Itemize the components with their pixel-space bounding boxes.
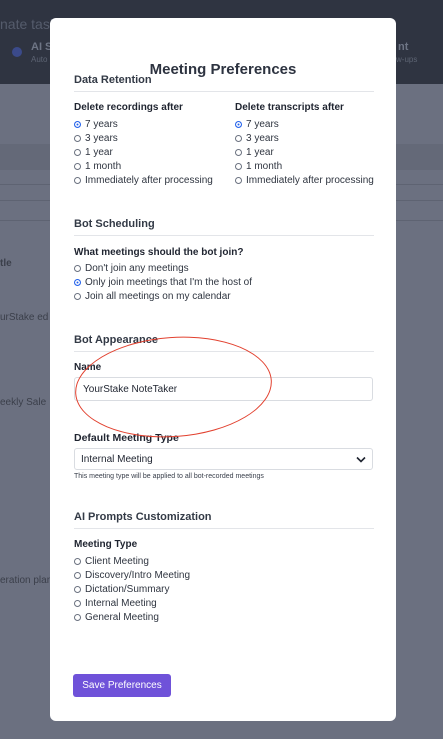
background-ai-sub: Auto	[31, 55, 48, 64]
prompt-option-dictation-summary[interactable]: Dictation/Summary	[74, 584, 169, 595]
transcripts-option-3-years[interactable]: 3 years	[235, 133, 279, 144]
background-row-text: eration plan	[0, 575, 53, 586]
prompt-option-client-meeting[interactable]: Client Meeting	[74, 556, 149, 567]
default-meeting-type-hint: This meeting type will be applied to all…	[74, 473, 264, 480]
section-divider	[74, 528, 374, 529]
bot-scheduling-title: Bot Scheduling	[74, 218, 155, 230]
radio-selected-icon[interactable]	[235, 121, 242, 128]
transcripts-label: Delete transcripts after	[235, 102, 344, 113]
scheduling-option-dont-join[interactable]: Don't join any meetings	[74, 263, 189, 274]
transcripts-option-immediately[interactable]: Immediately after processing	[235, 175, 374, 186]
scheduling-option-host-only[interactable]: Only join meetings that I'm the host of	[74, 277, 252, 288]
radio-icon[interactable]	[235, 149, 242, 156]
radio-icon[interactable]	[74, 293, 81, 300]
prompt-option-discovery-intro[interactable]: Discovery/Intro Meeting	[74, 570, 190, 581]
prompt-option-general-meeting[interactable]: General Meeting	[74, 612, 159, 623]
recordings-option-7-years[interactable]: 7 years	[74, 119, 118, 130]
radio-icon[interactable]	[74, 586, 81, 593]
radio-icon[interactable]	[74, 558, 81, 565]
ai-prompts-title: AI Prompts Customization	[74, 511, 212, 523]
radio-icon[interactable]	[74, 163, 81, 170]
data-retention-title: Data Retention	[74, 74, 152, 86]
transcripts-option-1-month[interactable]: 1 month	[235, 161, 282, 172]
radio-selected-icon[interactable]	[74, 121, 81, 128]
default-meeting-type-value: Internal Meeting	[81, 453, 153, 465]
default-meeting-type-select[interactable]: Internal Meeting	[74, 448, 373, 470]
recordings-label: Delete recordings after	[74, 102, 183, 113]
bot-name-label: Name	[74, 362, 102, 373]
default-meeting-type-label: Default Meeting Type	[74, 432, 179, 444]
section-divider	[74, 351, 374, 352]
radio-icon[interactable]	[235, 163, 242, 170]
bot-appearance-title: Bot Appearance	[74, 334, 158, 346]
background-right-label: nt	[398, 41, 409, 53]
ai-status-icon	[12, 47, 22, 57]
section-divider	[74, 91, 374, 92]
radio-icon[interactable]	[74, 572, 81, 579]
radio-icon[interactable]	[74, 265, 81, 272]
radio-icon[interactable]	[235, 177, 242, 184]
bot-name-input[interactable]	[74, 377, 373, 401]
save-preferences-button[interactable]: Save Preferences	[73, 674, 171, 697]
recordings-option-immediately[interactable]: Immediately after processing	[74, 175, 213, 186]
recordings-option-3-years[interactable]: 3 years	[74, 133, 118, 144]
scheduling-option-all-meetings[interactable]: Join all meetings on my calendar	[74, 291, 231, 302]
bot-scheduling-question: What meetings should the bot join?	[74, 247, 244, 258]
radio-icon[interactable]	[235, 135, 242, 142]
meeting-preferences-modal: Meeting Preferences Data Retention Delet…	[50, 18, 396, 721]
radio-icon[interactable]	[74, 135, 81, 142]
recordings-option-1-year[interactable]: 1 year	[74, 147, 113, 158]
recordings-option-1-month[interactable]: 1 month	[74, 161, 121, 172]
background-row-text: urStake ed	[0, 312, 49, 323]
background-row-text: tle	[0, 258, 12, 269]
transcripts-option-7-years[interactable]: 7 years	[235, 119, 279, 130]
background-row-text: eekly Sale	[0, 397, 47, 408]
meeting-type-label: Meeting Type	[74, 539, 138, 550]
radio-icon[interactable]	[74, 614, 81, 621]
radio-selected-icon[interactable]	[74, 279, 81, 286]
radio-icon[interactable]	[74, 177, 81, 184]
background-right-sub: w-ups	[396, 55, 418, 64]
transcripts-option-1-year[interactable]: 1 year	[235, 147, 274, 158]
radio-icon[interactable]	[74, 149, 81, 156]
prompt-option-internal-meeting[interactable]: Internal Meeting	[74, 598, 157, 609]
section-divider	[74, 235, 374, 236]
radio-icon[interactable]	[74, 600, 81, 607]
chevron-down-icon	[356, 456, 366, 463]
